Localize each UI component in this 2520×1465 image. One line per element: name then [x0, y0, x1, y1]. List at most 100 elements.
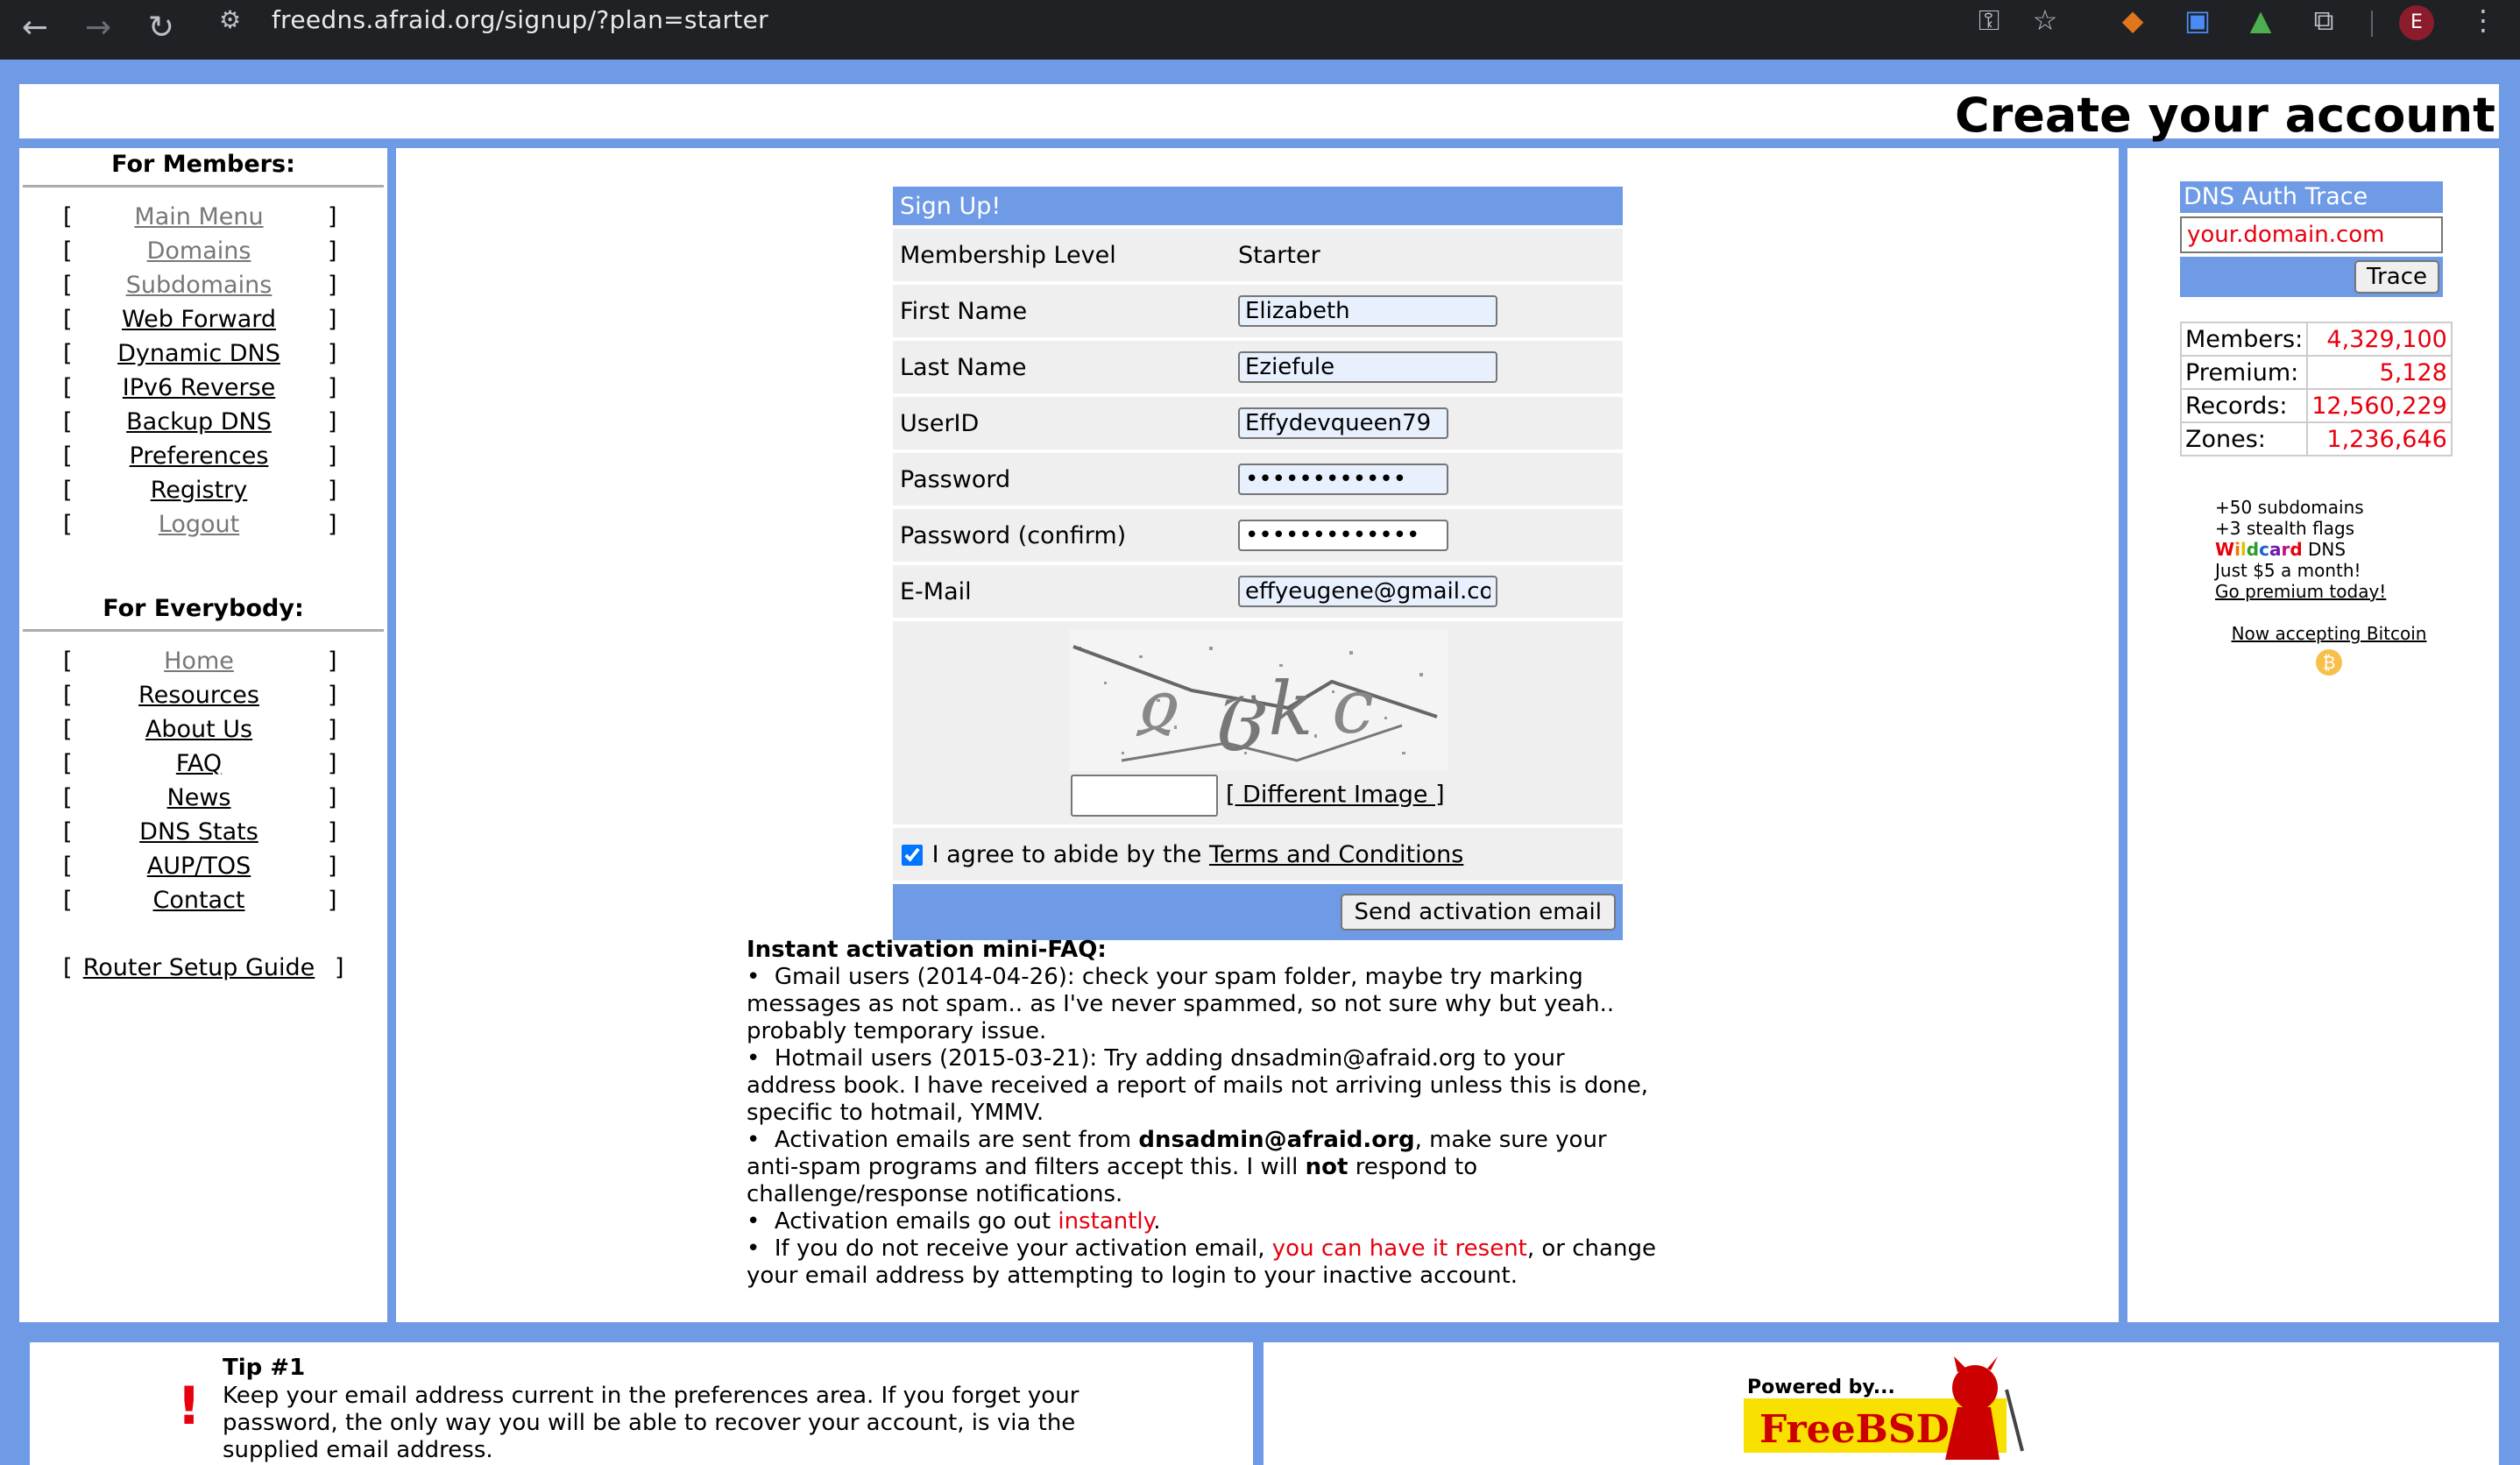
menu-link[interactable]: News: [72, 781, 326, 815]
address-bar[interactable]: ⚙ freedns.afraid.org/signup/?plan=starte…: [205, 2, 2089, 40]
bracket: [: [63, 648, 73, 675]
bracket: [: [63, 408, 73, 435]
stats-row: Zones: 1,236,646: [2179, 421, 2453, 456]
menu-link[interactable]: About Us: [72, 712, 326, 747]
site-settings-icon[interactable]: ⚙: [219, 5, 241, 34]
stats-table: Members: 4,329,100 Premium: 5,128 Records: 12…: [2179, 322, 2453, 456]
first-name-label: First Name: [893, 285, 1231, 337]
menu-item-home: [Home]: [19, 644, 387, 678]
password-input[interactable]: [1238, 464, 1448, 495]
bracket: ]: [328, 374, 337, 401]
last-name-input[interactable]: [1238, 351, 1497, 383]
terms-link[interactable]: Terms and Conditions: [1209, 841, 1463, 868]
menu-link[interactable]: FAQ: [72, 747, 326, 781]
stat-value: 12,560,229: [2306, 388, 2453, 423]
metamask-extension-icon[interactable]: ◆: [2113, 4, 2152, 37]
menu-link[interactable]: Resources: [72, 678, 326, 712]
forward-icon[interactable]: →: [75, 5, 121, 51]
freebsd-logo: Powered by... FreeBSD: [1744, 1356, 2024, 1460]
tip-title: Tip #1: [223, 1355, 306, 1381]
menu-link[interactable]: Main Menu: [72, 200, 326, 234]
menu-item-logout: [Logout]: [19, 507, 387, 541]
first-name-input[interactable]: [1238, 295, 1497, 327]
menu-link[interactable]: IPv6 Reverse: [72, 371, 326, 405]
browser-toolbar: ← → ↻ ⚙ freedns.afraid.org/signup/?plan=…: [0, 0, 2520, 60]
trace-button[interactable]: Trace: [2354, 260, 2439, 294]
signal-extension-icon[interactable]: ▲: [2241, 4, 2280, 37]
bracket: ]: [328, 887, 337, 914]
bracket: [: [63, 853, 73, 880]
bracket: ]: [328, 477, 337, 504]
menu-item-preferences: [Preferences]: [19, 439, 387, 473]
resend-link[interactable]: you can have it resent: [1272, 1235, 1527, 1262]
bracket: [: [63, 750, 73, 777]
domain-input[interactable]: [2180, 216, 2443, 253]
menu-link[interactable]: Backup DNS: [72, 405, 326, 439]
faq-section: Instant activation mini-FAQ: • Gmail use…: [747, 937, 1658, 1290]
extensions-puzzle-icon[interactable]: ⧉: [2304, 4, 2343, 38]
bracket: ]: [328, 306, 337, 333]
stat-label: Records:: [2179, 388, 2309, 423]
stats-row: Records: 12,560,229: [2179, 388, 2453, 423]
router-setup-guide-link[interactable]: Router Setup Guide: [72, 951, 326, 985]
bracket: ]: [328, 853, 337, 880]
menu-link[interactable]: Logout: [72, 507, 326, 541]
menu-item-backup-dns: [Backup DNS]: [19, 405, 387, 439]
reload-icon[interactable]: ↻: [138, 5, 184, 51]
svg-text:ცk: ცk: [1218, 666, 1313, 752]
menu-link[interactable]: Web Forward: [72, 302, 326, 336]
dns-trace-title: DNS Auth Trace: [2180, 181, 2443, 213]
back-icon[interactable]: ←: [12, 5, 58, 51]
divider: [23, 629, 384, 632]
email-input[interactable]: [1238, 576, 1497, 607]
last-name-label: Last Name: [893, 341, 1231, 393]
menu-link[interactable]: Subdomains: [72, 268, 326, 302]
freebsd-text: FreeBSD: [1759, 1407, 1950, 1452]
captcha-input[interactable]: [1071, 775, 1219, 817]
stat-value: 4,329,100: [2306, 322, 2453, 357]
send-activation-button[interactable]: Send activation email: [1340, 894, 1616, 931]
main-content: Sign Up! Membership Level Starter First …: [396, 148, 2119, 1322]
left-sidebar: For Members: [Main Menu][Domains][Subdom…: [19, 148, 387, 1322]
menu-item-dns-stats: [DNS Stats]: [19, 815, 387, 849]
bitcoin-icon: ₿: [2316, 649, 2342, 676]
exclamation-icon: !: [177, 1376, 202, 1437]
kebab-menu-icon[interactable]: ⋮: [2464, 4, 2502, 37]
password-key-icon[interactable]: ⚿: [1970, 4, 2008, 38]
menu-link[interactable]: Registry: [72, 473, 326, 507]
menu-link[interactable]: DNS Stats: [72, 815, 326, 849]
password-label: Password: [893, 453, 1231, 506]
stats-row: Members: 4,329,100: [2179, 322, 2453, 357]
menu-link[interactable]: AUP/TOS: [72, 849, 326, 883]
menu-link[interactable]: Home: [72, 644, 326, 678]
agree-checkbox[interactable]: [902, 845, 923, 866]
faq-title: Instant activation mini-FAQ:: [747, 937, 1107, 963]
instantly-link[interactable]: instantly: [1058, 1208, 1153, 1235]
profile-avatar[interactable]: E: [2399, 5, 2434, 40]
go-premium-link[interactable]: Go premium today!: [2215, 581, 2386, 602]
menu-link[interactable]: Domains: [72, 234, 326, 268]
stat-label: Premium:: [2179, 355, 2309, 390]
different-image-link[interactable]: [ Different Image ]: [1226, 782, 1445, 809]
bookmark-star-icon[interactable]: ☆: [2026, 4, 2064, 37]
userid-input[interactable]: [1238, 407, 1448, 439]
password-confirm-input[interactable]: [1238, 520, 1448, 551]
premium-promo: +50 subdomains +3 stealth flags Wildcard…: [2215, 497, 2387, 602]
bracket: [: [63, 716, 73, 743]
bracket: [: [63, 272, 73, 299]
menu-link[interactable]: Preferences: [72, 439, 326, 473]
bracket: ]: [328, 237, 337, 265]
stat-value: 5,128: [2306, 355, 2453, 390]
bracket: ]: [335, 954, 344, 981]
everybody-menu: [Home][Resources][About Us][FAQ][News][D…: [19, 644, 387, 917]
menu-link[interactable]: Dynamic DNS: [72, 336, 326, 371]
bitcoin-link[interactable]: Now accepting Bitcoin: [2232, 623, 2427, 644]
bracket: ]: [328, 682, 337, 709]
bracket: ]: [328, 818, 337, 846]
freebsd-panel: Powered by... FreeBSD: [1264, 1342, 2499, 1465]
members-menu: [Main Menu][Domains][Subdomains][Web For…: [19, 200, 387, 541]
menu-link[interactable]: Contact: [72, 883, 326, 917]
extension-icon[interactable]: ▣: [2178, 4, 2217, 37]
bracket: ]: [328, 442, 337, 470]
bracket: [: [63, 442, 73, 470]
